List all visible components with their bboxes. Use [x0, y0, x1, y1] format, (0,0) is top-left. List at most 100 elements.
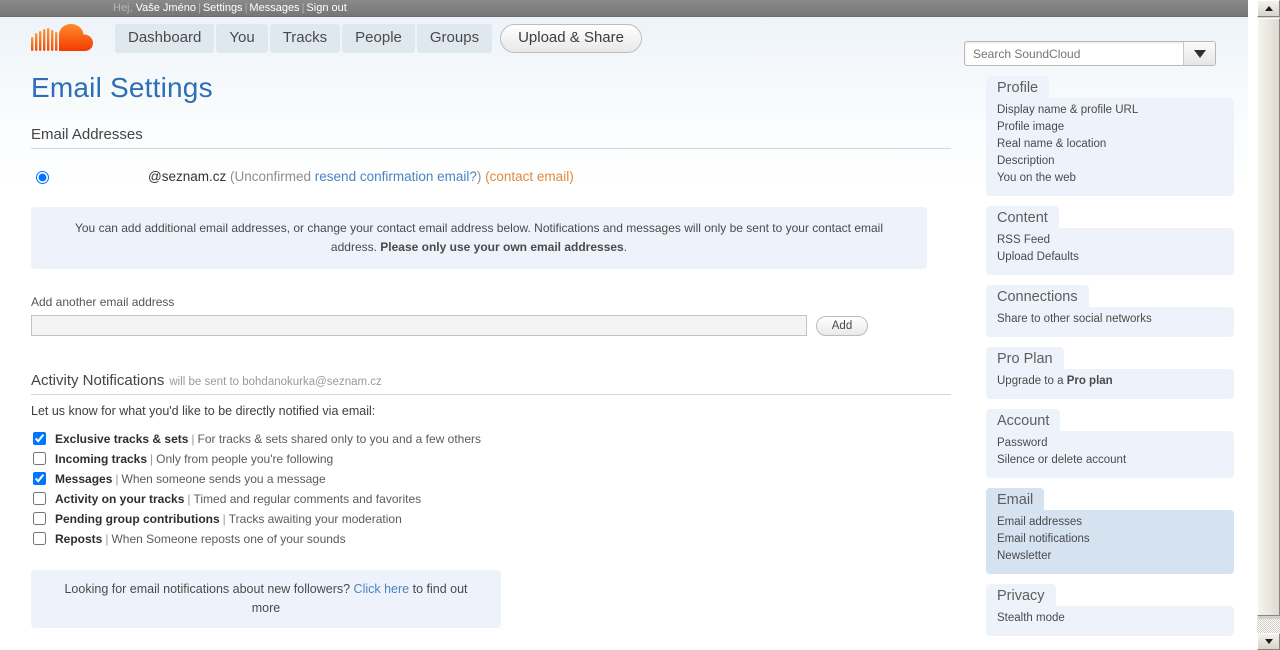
sidebar-group-title: Content	[986, 206, 1059, 229]
separator: |	[222, 511, 226, 526]
sidebar-group-content: Content RSS Feed Upload Defaults	[986, 206, 1234, 275]
contact-email-badge: (contact email)	[485, 168, 574, 184]
email-info-notice: You can add additional email addresses, …	[31, 207, 927, 269]
username-link[interactable]: Vaše Jméno	[136, 2, 196, 14]
sidebar-group-profile: Profile Display name & profile URL Profile…	[986, 76, 1234, 196]
search-box[interactable]	[964, 41, 1216, 66]
sidebar-link-share-to-other-social-networks[interactable]: Share to other social networks	[997, 311, 1223, 328]
search-input[interactable]	[965, 42, 1183, 65]
separator: |	[105, 531, 109, 546]
notice-line-1: You can add additional email addresses, …	[74, 221, 883, 235]
notification-checkbox-5[interactable]	[33, 532, 46, 545]
notification-checkbox-list: Exclusive tracks & sets | For tracks & set…	[31, 429, 951, 548]
sidebar-link-rss-feed[interactable]: RSS Feed	[997, 232, 1223, 249]
separator: |	[115, 471, 119, 486]
sidebar-link-text: Upgrade to a	[997, 375, 1067, 387]
sidebar-link-upgrade-to-a[interactable]: Upgrade to a Pro plan	[997, 373, 1223, 390]
nav-tab-groups[interactable]: Groups	[416, 24, 493, 53]
main-navigation: Dashboard You Tracks People Groups Uploa…	[0, 17, 1248, 66]
nav-tab-people[interactable]: People	[342, 24, 415, 53]
nav-tab-tracks[interactable]: Tracks	[269, 24, 341, 53]
chevron-down-icon	[1193, 49, 1206, 58]
unconfirmed-label: (Unconfirmed	[230, 168, 312, 184]
sidebar-link-emphasis: Pro plan	[1066, 375, 1113, 387]
separator: |	[197, 2, 201, 14]
sidebar-link-display-name-profile-url[interactable]: Display name & profile URL	[997, 102, 1223, 119]
greeting-text: Hej,	[113, 2, 133, 14]
email-address-row: @seznam.cz (Unconfirmed resend confirmat…	[31, 161, 951, 191]
sidebar-group-links: Display name & profile URL Profile image R…	[986, 98, 1234, 196]
scrollbar-up-button[interactable]	[1257, 0, 1280, 17]
activity-heading-text: Activity Notifications	[31, 372, 165, 389]
settings-link[interactable]: Settings	[203, 2, 243, 14]
notification-row: Pending group contributions | Tracks await…	[31, 509, 951, 528]
sidebar-link-real-name-location[interactable]: Real name & location	[997, 136, 1223, 153]
resend-confirmation-link[interactable]: resend confirmation email?	[315, 169, 477, 184]
add-email-label: Add another email address	[31, 295, 175, 309]
add-email-row: Add	[31, 315, 951, 336]
nav-tab-you[interactable]: You	[216, 24, 268, 53]
page-title: Email Settings	[31, 72, 213, 103]
scrollbar-thumb[interactable]	[1257, 18, 1280, 616]
notice-line-2-prefix: address.	[330, 240, 381, 254]
contact-email-radio[interactable]	[36, 171, 49, 184]
scrollbar-down-button[interactable]	[1257, 633, 1280, 650]
sidebar-link-upload-defaults[interactable]: Upload Defaults	[997, 249, 1223, 266]
sidebar-link-password[interactable]: Password	[997, 435, 1223, 452]
soundcloud-logo-icon[interactable]	[25, 20, 115, 58]
sidebar-link-profile-image[interactable]: Profile image	[997, 119, 1223, 136]
notification-description: For tracks & sets shared only to you and…	[197, 431, 482, 446]
sidebar-link-stealth-mode[interactable]: Stealth mode	[997, 610, 1223, 627]
triangle-down-icon	[1264, 639, 1273, 644]
sidebar-group-links: Email addresses Email notifications Newsle…	[986, 510, 1234, 574]
triangle-up-icon	[1264, 6, 1273, 11]
messages-link[interactable]: Messages	[249, 2, 299, 14]
sidebar-group-links: Upgrade to a Pro plan	[986, 369, 1234, 399]
notification-checkbox-0[interactable]	[33, 432, 46, 445]
sidebar-group-title: Profile	[986, 76, 1050, 99]
signout-link[interactable]: Sign out	[306, 2, 346, 14]
notification-description: Tracks awaiting your moderation	[228, 511, 402, 526]
notification-checkbox-2[interactable]	[33, 472, 46, 485]
notification-checkbox-3[interactable]	[33, 492, 46, 505]
sidebar-group-links: RSS Feed Upload Defaults	[986, 228, 1234, 275]
search-dropdown-button[interactable]	[1183, 42, 1215, 65]
notification-name: Exclusive tracks & sets	[55, 431, 189, 446]
sidebar-link-silence-or-delete-account[interactable]: Silence or delete account	[997, 452, 1223, 469]
notification-description: When Someone reposts one of your sounds	[111, 531, 346, 546]
email-address-text: @seznam.cz (Unconfirmed resend confirmat…	[148, 169, 574, 184]
notification-name: Messages	[55, 471, 113, 486]
nav-tab-upload-and-share[interactable]: Upload & Share	[500, 24, 642, 53]
followers-notice: Looking for email notifications about ne…	[31, 570, 501, 628]
notification-checkbox-1[interactable]	[33, 452, 46, 465]
followers-click-here-link[interactable]: Click here	[354, 582, 410, 596]
settings-sidebar: Profile Display name & profile URL Profile…	[986, 76, 1234, 646]
sidebar-group-links: Password Silence or delete account	[986, 431, 1234, 478]
notification-description: When someone sends you a message	[121, 471, 326, 486]
notice-line-2-suffix: .	[623, 240, 628, 254]
sidebar-link-description[interactable]: Description	[997, 153, 1223, 170]
section-heading-activity-notifications: Activity Notifications will be sent to bo…	[31, 372, 951, 395]
notification-checkbox-4[interactable]	[33, 512, 46, 525]
nav-tab-dashboard[interactable]: Dashboard	[115, 24, 215, 53]
sidebar-group-pro-plan: Pro Plan Upgrade to a Pro plan	[986, 347, 1234, 399]
sidebar-group-email: Email Email addresses Email notifications N…	[986, 488, 1234, 574]
sidebar-group-title: Pro Plan	[986, 347, 1064, 370]
window-scrollbar[interactable]	[1248, 0, 1280, 650]
notification-name: Activity on your tracks	[55, 491, 185, 506]
sidebar-link-you-on-the-web[interactable]: You on the web	[997, 170, 1223, 187]
notification-row: Incoming tracks | Only from people you're …	[31, 449, 951, 468]
add-email-button[interactable]: Add	[816, 315, 868, 336]
section-heading-email-addresses: Email Addresses	[31, 126, 951, 149]
sidebar-link-email-addresses[interactable]: Email addresses	[997, 514, 1223, 531]
sidebar-group-title: Email	[986, 488, 1045, 511]
activity-intro-text: Let us know for what you'd like to be di…	[31, 404, 376, 418]
add-email-input[interactable]	[31, 315, 807, 336]
utility-bar: Hej, Vaše Jméno | Settings | Messages | Sign o…	[0, 0, 1248, 17]
notification-row: Activity on your tracks | Timed and regula…	[31, 489, 951, 508]
page-content: Hej, Vaše Jméno | Settings | Messages | Sign o…	[0, 0, 1248, 650]
sidebar-link-email-notifications[interactable]: Email notifications	[997, 531, 1223, 548]
separator: |	[150, 451, 154, 466]
email-address-value: @seznam.cz	[148, 168, 227, 184]
sidebar-link-newsletter[interactable]: Newsletter	[997, 548, 1223, 565]
